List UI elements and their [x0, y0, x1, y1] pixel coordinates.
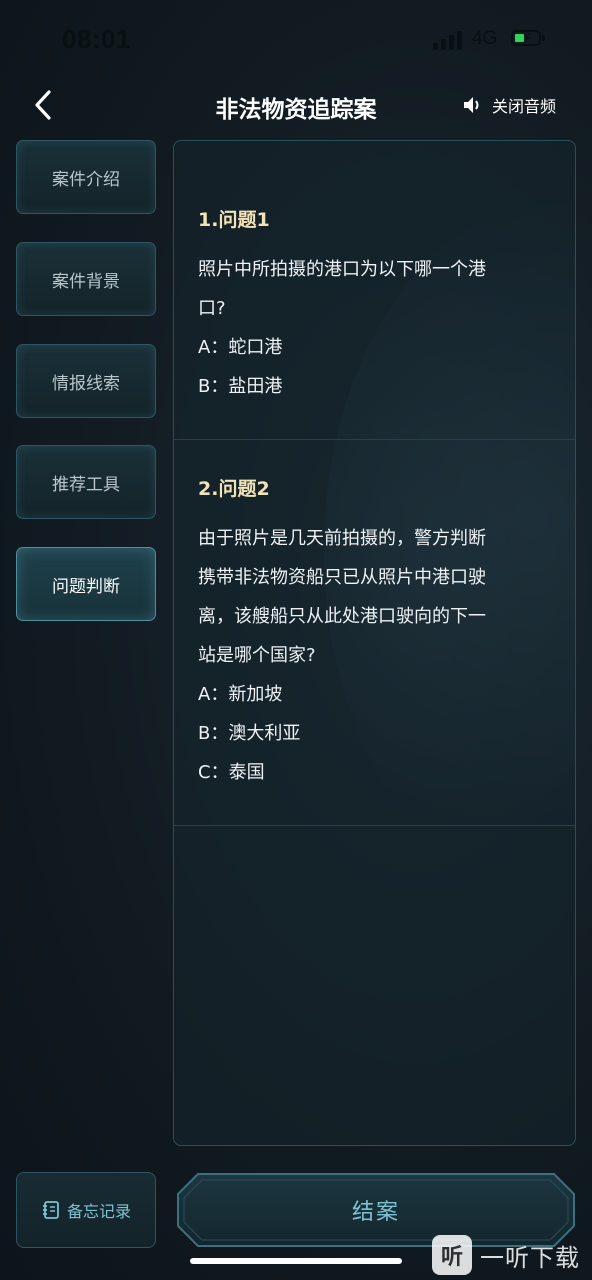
answer-option-b: B：盐田港	[198, 376, 283, 397]
sidebar-item-case-background[interactable]: 案件背景	[16, 242, 156, 316]
network-label: 4G	[472, 28, 498, 49]
question-panel: 1.问题1 照片中所拍摄的港口为以下哪一个港 口? A：蛇口港 B：盐田港 2.…	[173, 140, 576, 1146]
question-line: 离，该艘船只从此处港口驶向的下一	[198, 606, 486, 627]
battery-icon: ⚡	[511, 30, 545, 46]
sidebar-item-case-intro[interactable]: 案件介绍	[16, 140, 156, 214]
sidebar-item-intel-clues[interactable]: 情报线索	[16, 344, 156, 418]
watermark-text: 一听下载	[480, 1243, 580, 1272]
question-block: 1.问题1 照片中所拍摄的港口为以下哪一个港 口? A：蛇口港 B：盐田港	[198, 205, 548, 406]
question-title: 1.问题1	[198, 209, 270, 231]
question-line: 站是哪个国家?	[198, 645, 316, 666]
status-bar: 08:01 4G ⚡	[0, 0, 592, 80]
divider	[174, 439, 575, 440]
back-button[interactable]	[30, 88, 60, 122]
memo-button[interactable]: 备忘记录	[16, 1172, 156, 1248]
watermark-logo: 听	[432, 1235, 472, 1275]
sidebar-item-label: 情报线索	[52, 373, 120, 394]
memo-button-label: 备忘记录	[66, 1202, 131, 1221]
answer-option-c: C：泰国	[198, 762, 265, 783]
sidebar-item-label: 案件背景	[52, 271, 120, 292]
question-title: 2.问题2	[198, 478, 270, 500]
notebook-icon	[42, 1201, 59, 1219]
status-time: 08:01	[62, 24, 131, 54]
audio-toggle-button[interactable]: 关闭音频	[462, 92, 556, 118]
question-line: 照片中所拍摄的港口为以下哪一个港	[198, 259, 486, 280]
question-line: 携带非法物资船只已从照片中港口驶	[198, 567, 486, 588]
signal-icon	[433, 30, 465, 50]
speaker-icon	[464, 97, 479, 113]
answer-option-a: A：蛇口港	[198, 337, 283, 358]
sidebar-item-label: 推荐工具	[52, 474, 120, 495]
home-indicator	[190, 1258, 402, 1264]
question-line: 口?	[198, 298, 226, 319]
answer-option-b: B：澳大利亚	[198, 723, 301, 744]
sidebar-item-label: 案件介绍	[52, 169, 120, 190]
sidebar-item-question-judgment[interactable]: 问题判断	[16, 547, 156, 621]
divider	[174, 825, 575, 826]
sidebar-item-label: 问题判断	[52, 576, 120, 597]
question-block: 2.问题2 由于照片是几天前拍摄的，警方判断 携带非法物资船只已从照片中港口驶 …	[198, 474, 548, 792]
audio-toggle-label: 关闭音频	[492, 97, 557, 116]
sidebar-item-recommended-tools[interactable]: 推荐工具	[16, 445, 156, 519]
watermark: 听 一听下载	[432, 1230, 592, 1280]
question-line: 由于照片是几天前拍摄的，警方判断	[198, 528, 486, 549]
chevron-left-icon	[35, 90, 51, 120]
answer-option-a: A：新加坡	[198, 684, 283, 705]
